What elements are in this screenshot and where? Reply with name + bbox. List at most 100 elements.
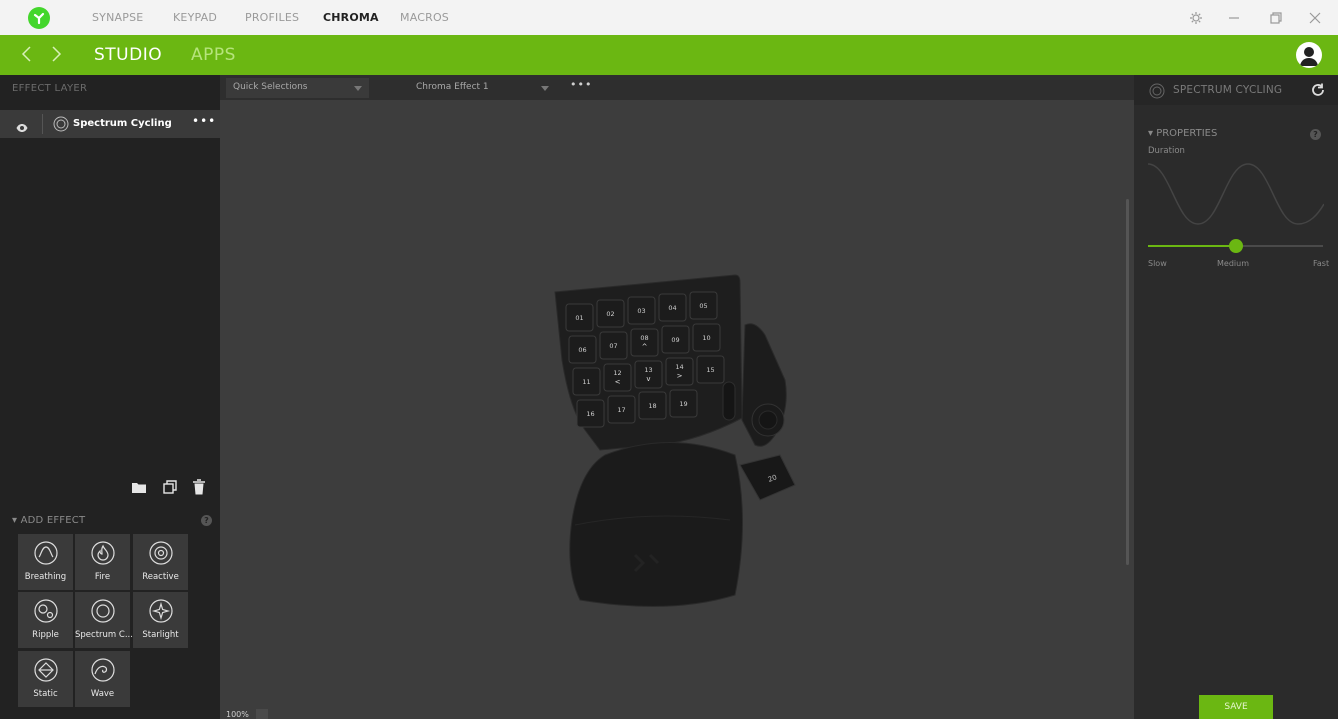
minimize-icon[interactable] — [1226, 10, 1242, 26]
effect-label: Reactive — [142, 572, 179, 582]
chevron-down-icon — [354, 86, 362, 91]
spectrum-cycling-icon — [1149, 83, 1165, 103]
tab-profiles[interactable]: PROFILES — [245, 0, 299, 35]
effect-label: Spectrum C... — [75, 630, 133, 640]
effect-breathing[interactable]: Breathing — [18, 534, 73, 590]
key-01[interactable]: 01 — [565, 303, 594, 332]
effect-select-dropdown[interactable]: Chroma Effect 1 — [409, 78, 553, 98]
effect-header: SPECTRUM CYCLING — [1134, 75, 1338, 105]
trash-icon[interactable] — [192, 479, 206, 499]
key-arrow-glyph: > — [677, 372, 683, 380]
effect-select-label: Chroma Effect 1 — [416, 82, 489, 92]
razer-logo-icon[interactable] — [28, 7, 50, 29]
key-13[interactable]: 13v — [634, 360, 663, 389]
key-16[interactable]: 16 — [576, 399, 605, 428]
quick-selections-label: Quick Selections — [233, 82, 308, 92]
user-avatar-icon[interactable] — [1296, 42, 1322, 68]
effect-label: Breathing — [24, 572, 67, 582]
effect-title: SPECTRUM CYCLING — [1173, 84, 1283, 96]
layer-more-button[interactable]: ••• — [192, 114, 216, 128]
key-08[interactable]: 08^ — [630, 328, 659, 357]
key-label: 10 — [702, 334, 710, 342]
forward-arrow-icon[interactable] — [47, 44, 65, 64]
tab-apps[interactable]: APPS — [191, 45, 236, 65]
key-arrow-glyph: < — [615, 378, 621, 386]
spectrum-cycling-icon — [91, 599, 115, 623]
layer-row-spectrum-cycling[interactable]: Spectrum Cycling ••• — [0, 110, 220, 138]
studio-canvas: Quick Selections Chroma Effect 1 ••• 20 … — [220, 75, 1134, 719]
tab-synapse[interactable]: SYNAPSE — [92, 0, 143, 35]
tab-macros[interactable]: MACROS — [400, 0, 449, 35]
key-10[interactable]: 10 — [692, 323, 721, 352]
slider-min-label: Slow — [1148, 259, 1167, 268]
key-label: 05 — [699, 302, 707, 310]
eye-icon[interactable] — [16, 118, 28, 137]
effect-static[interactable]: Static — [18, 651, 73, 707]
key-04[interactable]: 04 — [658, 293, 687, 322]
key-06[interactable]: 06 — [568, 335, 597, 364]
zoom-dropdown[interactable] — [256, 709, 268, 719]
quick-selections-dropdown[interactable]: Quick Selections — [226, 78, 369, 98]
key-label: 04 — [668, 304, 676, 312]
keypad-device-image: 20 01 02 03 04 0506 0708^09 101112<13v14>1516 1… — [554, 274, 796, 607]
tab-chroma[interactable]: CHROMA — [323, 0, 379, 35]
effect-spectrum-cycling[interactable]: Spectrum C... — [75, 592, 133, 648]
key-18[interactable]: 18 — [638, 391, 667, 420]
effect-starlight[interactable]: Starlight — [133, 592, 188, 648]
key-label: 01 — [575, 314, 583, 322]
zoom-level[interactable]: 100% — [226, 710, 249, 719]
close-icon[interactable] — [1307, 10, 1323, 26]
tab-keypad[interactable]: KEYPAD — [173, 0, 217, 35]
duration-slider-handle[interactable] — [1228, 239, 1243, 253]
key-label: 19 — [679, 400, 687, 408]
key-12[interactable]: 12< — [603, 363, 632, 392]
settings-icon[interactable] — [1188, 10, 1204, 26]
add-effect-section: ▾ ADD EFFECT ? Breathing Fire Reactive R… — [0, 505, 220, 719]
back-arrow-icon[interactable] — [18, 44, 36, 64]
key-15[interactable]: 15 — [696, 355, 725, 384]
key-11[interactable]: 11 — [572, 367, 601, 396]
key-19[interactable]: 19 — [669, 389, 698, 418]
effect-fire[interactable]: Fire — [75, 534, 130, 590]
effect-label: Starlight — [142, 630, 179, 640]
key-05[interactable]: 05 — [689, 291, 718, 320]
add-effect-header[interactable]: ▾ ADD EFFECT — [12, 515, 85, 526]
effect-label: Ripple — [32, 630, 59, 640]
key-label: 16 — [586, 410, 594, 418]
key-07[interactable]: 07 — [599, 331, 628, 360]
help-icon[interactable]: ? — [201, 515, 212, 526]
key-02[interactable]: 02 — [596, 299, 625, 328]
effect-label: Fire — [94, 572, 111, 582]
slider-max-label: Fast — [1313, 259, 1330, 268]
nav-bar: STUDIO APPS — [0, 35, 1338, 75]
canvas-more-button[interactable]: ••• — [570, 78, 592, 91]
slider-mid-label: Medium — [1217, 259, 1249, 268]
canvas-toolbar: Quick Selections Chroma Effect 1 ••• — [220, 75, 1134, 100]
key-label: 02 — [606, 310, 614, 318]
save-button[interactable]: SAVE — [1199, 695, 1273, 719]
ripple-icon — [34, 599, 58, 623]
static-icon — [34, 658, 58, 682]
key-label: 11 — [582, 378, 590, 386]
duplicate-icon[interactable] — [162, 479, 178, 499]
key-label: 12 — [613, 369, 621, 377]
effect-ripple[interactable]: Ripple — [18, 592, 73, 648]
tab-studio[interactable]: STUDIO — [94, 45, 162, 65]
restore-icon[interactable] — [1268, 10, 1284, 26]
duration-wave-graphic — [1148, 163, 1324, 225]
help-icon[interactable]: ? — [1310, 129, 1321, 140]
key-14[interactable]: 14> — [665, 357, 694, 386]
wave-icon — [91, 658, 115, 682]
key-03[interactable]: 03 — [627, 296, 656, 325]
vertical-scrollbar[interactable] — [1126, 199, 1129, 565]
effect-reactive[interactable]: Reactive — [133, 534, 188, 590]
refresh-icon[interactable] — [1310, 82, 1326, 102]
effect-wave[interactable]: Wave — [75, 651, 130, 707]
key-arrow-glyph: ^ — [642, 343, 648, 351]
key-09[interactable]: 09 — [661, 325, 690, 354]
folder-icon[interactable] — [131, 479, 147, 498]
key-17[interactable]: 17 — [607, 395, 636, 424]
properties-header[interactable]: ▾ PROPERTIES — [1148, 128, 1217, 139]
key-label: 06 — [578, 346, 586, 354]
key-label: 09 — [671, 336, 679, 344]
